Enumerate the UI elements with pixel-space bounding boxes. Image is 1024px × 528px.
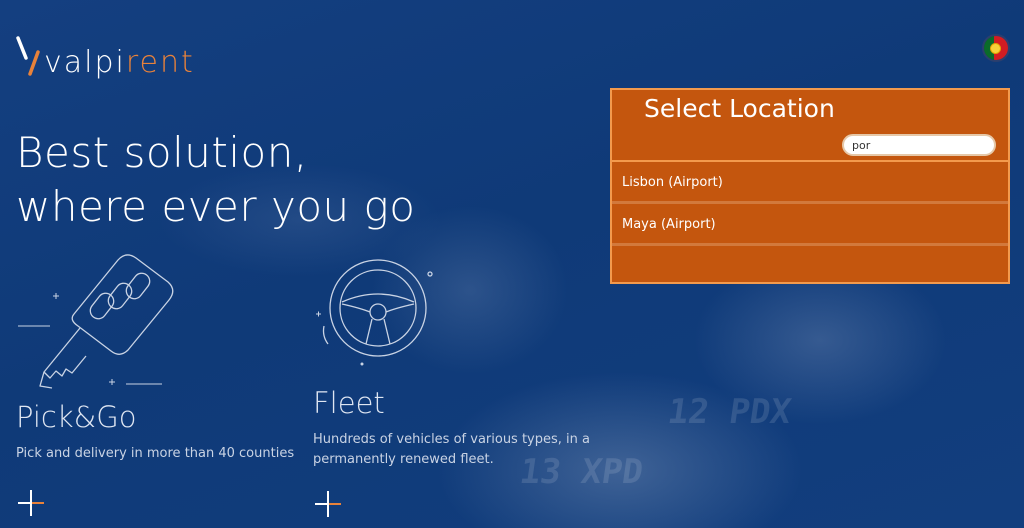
car-key-icon: [18, 254, 174, 389]
location-search-input[interactable]: [842, 134, 996, 156]
location-option[interactable]: Maya (Airport): [612, 206, 1008, 246]
license-plate-text: 12 PDX: [665, 392, 794, 432]
logo-mark-icon: [16, 36, 40, 76]
logo-text-white: valpi: [44, 45, 126, 80]
location-option[interactable]: Lisbon (Airport): [612, 164, 1008, 204]
feature-description-line: Hundreds of vehicles of various types, i…: [313, 432, 590, 447]
expand-plus-icon[interactable]: [315, 491, 341, 517]
logo-wordmark: valpirent: [44, 45, 195, 80]
feature-description: Hundreds of vehicles of various types, i…: [313, 430, 590, 470]
hero-heading: Best solution, where ever you go: [16, 126, 415, 234]
feature-description-line: permanently renewed fleet.: [313, 452, 494, 467]
valpirent-logo[interactable]: valpirent: [16, 34, 195, 80]
panel-title: Select Location: [644, 94, 835, 123]
portugal-flag-icon[interactable]: [982, 34, 1010, 62]
select-location-panel: Select Location Lisbon (Airport) Maya (A…: [610, 88, 1010, 284]
hero-line-1: Best solution,: [16, 128, 308, 177]
feature-title: Pick&Go: [16, 400, 137, 434]
feature-title: Fleet: [313, 386, 385, 420]
expand-plus-icon[interactable]: [18, 490, 44, 516]
steering-wheel-icon: [316, 259, 433, 366]
feature-description: Pick and delivery in more than 40 counti…: [16, 446, 295, 461]
panel-header: Select Location: [612, 90, 1008, 162]
list-spacer: [612, 248, 1008, 272]
hero-line-2: where ever you go: [16, 182, 416, 231]
feature-fleet: Fleet Hundreds of vehicles of various ty…: [313, 386, 590, 470]
logo-text-orange: rent: [125, 45, 195, 80]
feature-pickgo: Pick&Go Pick and delivery in more than 4…: [16, 400, 294, 464]
location-results-list: Lisbon (Airport) Maya (Airport): [612, 164, 1008, 272]
